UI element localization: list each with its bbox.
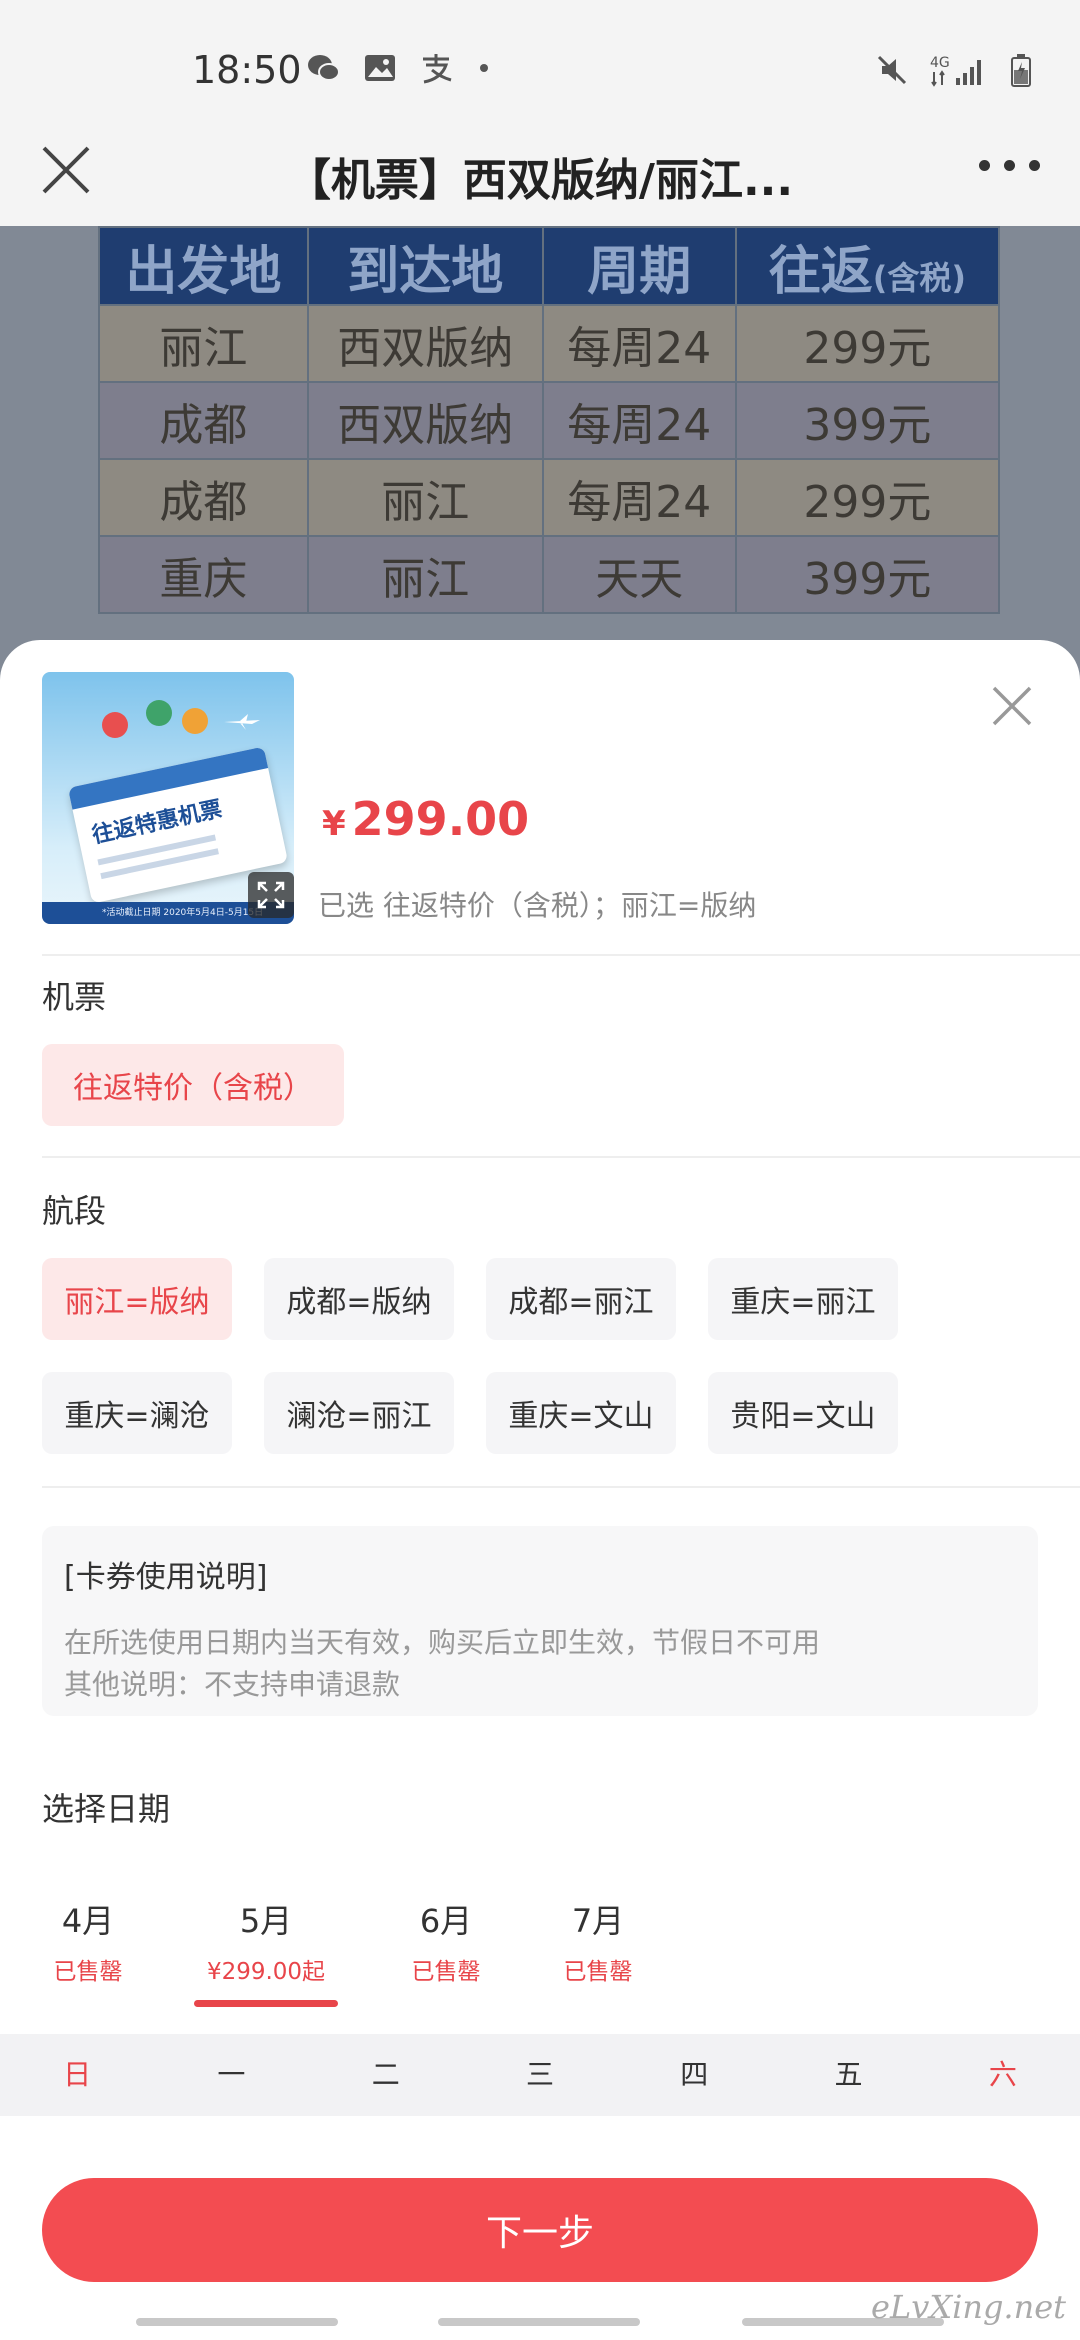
notice-line: 其他说明：不支持申请退款	[64, 1668, 401, 1701]
weekday-header: 日 一 二 三 四 五 六	[0, 2034, 1080, 2116]
status-bar: 18:50 4G	[0, 0, 1080, 130]
divider	[42, 1156, 1080, 1158]
status-time: 18:50	[192, 48, 302, 92]
price-amount: 299.00	[351, 792, 530, 846]
month-tab-july[interactable]: 7月 已售罄	[540, 1896, 656, 1986]
selected-month-indicator	[194, 2000, 338, 2007]
status-right-icons: 4G	[874, 52, 1032, 92]
decor-balloon	[146, 700, 172, 726]
table-row: 成都 丽江 每周24 299元	[98, 458, 1001, 537]
weekday-label: 五	[834, 2058, 863, 2091]
status-left-icons	[306, 50, 488, 86]
battery-icon	[1010, 52, 1032, 92]
divider	[42, 1486, 1080, 1488]
weekday-label: 一	[217, 2058, 246, 2091]
table-row: 重庆 丽江 天天 399元	[98, 535, 1001, 614]
selected-summary: 已选 往返特价（含税）；丽江=版纳	[318, 889, 757, 922]
watermark: eLvXing.net	[871, 2288, 1066, 2326]
promo-table: 出发地 到达地 周期 往返(含税) 丽江 西双版纳 每周24 299元 成都 西双版纳每…	[98, 226, 1001, 614]
weekday-label: 二	[371, 2058, 400, 2091]
section-title-date: 选择日期	[42, 1790, 171, 1828]
nav-gesture-bar	[438, 2318, 640, 2326]
table-row: 成都 西双版纳 每周24 399元	[98, 381, 1001, 460]
table-header: 往返(含税)	[734, 226, 1001, 306]
nav-gesture-bar	[136, 2318, 338, 2326]
mute-icon	[874, 52, 910, 92]
option-route[interactable]: 贵阳=文山	[708, 1372, 898, 1454]
weekday-label: 四	[680, 2058, 709, 2091]
table-header-suffix: (含税)	[872, 258, 966, 297]
option-ticket-roundtrip[interactable]: 往返特价（含税）	[42, 1044, 344, 1126]
month-tab-may[interactable]: 5月 ¥299.00起	[196, 1896, 336, 1986]
sheet-close-icon[interactable]	[990, 684, 1034, 728]
option-route[interactable]: 澜沧=丽江	[264, 1372, 454, 1454]
decor-balloon	[182, 708, 208, 734]
weekday-label: 日	[63, 2058, 92, 2091]
option-route[interactable]: 成都=版纳	[264, 1258, 454, 1340]
close-icon[interactable]	[36, 140, 96, 200]
wechat-icon	[306, 50, 342, 86]
expand-icon[interactable]	[248, 872, 294, 918]
currency-symbol: ¥	[322, 804, 346, 844]
sku-bottom-sheet: 往返特惠机票 *活动截止日期 2020年5月4日-5月15日 ¥299.00 已…	[0, 640, 1080, 2340]
option-route[interactable]: 重庆=澜沧	[42, 1372, 232, 1454]
month-tab-april[interactable]: 4月 已售罄	[30, 1896, 146, 1986]
network-label: 4G	[930, 55, 950, 71]
notice-title: [卡券使用说明]	[64, 1560, 268, 1595]
usage-notice: [卡券使用说明] 在所选使用日期内当天有效，购买后立即生效，节假日不可用 其他说…	[42, 1526, 1038, 1716]
weekday-label: 三	[525, 2058, 554, 2091]
divider	[42, 954, 1080, 956]
table-row: 丽江 西双版纳 每周24 299元	[98, 304, 1001, 383]
nav-bar: 【机票】西双版纳/丽江...	[0, 130, 1080, 226]
decor-balloon	[102, 712, 128, 738]
next-step-button[interactable]: 下一步	[42, 2178, 1038, 2282]
section-title-route: 航段	[42, 1192, 107, 1230]
month-tab-june[interactable]: 6月 已售罄	[388, 1896, 504, 1986]
option-route[interactable]: 重庆=丽江	[708, 1258, 898, 1340]
table-header: 周期	[541, 226, 737, 306]
airplane-icon	[224, 714, 260, 730]
alipay-icon	[418, 50, 454, 86]
section-title-ticket: 机票	[42, 978, 107, 1016]
notice-line: 在所选使用日期内当天有效，购买后立即生效，节假日不可用	[64, 1626, 821, 1659]
table-header: 到达地	[306, 226, 544, 306]
table-header: 出发地	[98, 226, 309, 306]
option-route[interactable]: 重庆=文山	[486, 1372, 676, 1454]
notification-dot	[480, 64, 488, 72]
background-promo: 出发地 到达地 周期 往返(含税) 丽江 西双版纳 每周24 299元 成都 西双版纳每…	[0, 226, 1080, 676]
signal-icon: 4G	[928, 52, 992, 92]
page-title: 【机票】西双版纳/丽江...	[286, 155, 794, 206]
option-route[interactable]: 丽江=版纳	[42, 1258, 232, 1340]
price: ¥299.00	[322, 792, 529, 846]
option-route[interactable]: 成都=丽江	[486, 1258, 676, 1340]
more-icon[interactable]	[979, 160, 1040, 171]
weekday-label: 六	[988, 2058, 1017, 2091]
gallery-icon	[362, 50, 398, 86]
